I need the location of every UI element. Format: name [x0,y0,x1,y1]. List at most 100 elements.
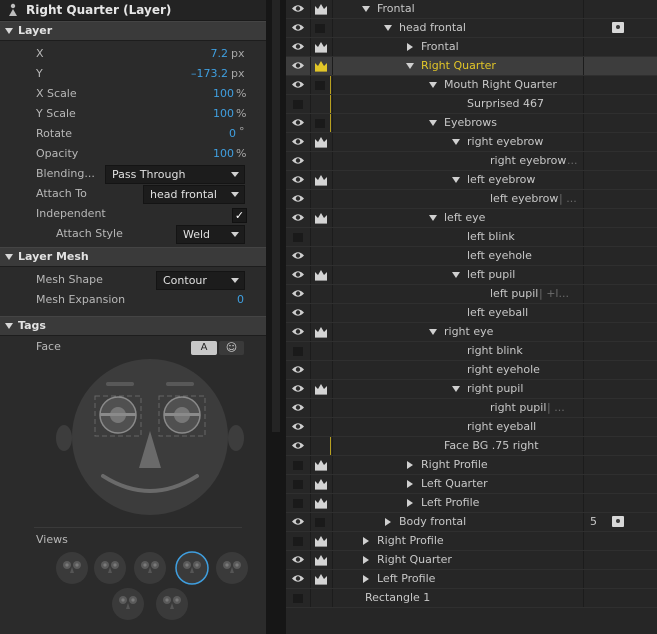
expand-triangle-right-icon[interactable] [363,575,369,583]
tree-row[interactable]: Left Profile [286,570,657,589]
eye-icon[interactable] [292,555,304,564]
visibility-cell[interactable] [286,247,311,265]
visibility-off-box[interactable] [293,100,303,109]
crown-icon[interactable] [314,60,328,72]
crown-icon[interactable] [314,269,328,281]
ear-left[interactable] [56,425,72,451]
expand-triangle-down-icon[interactable] [429,329,437,335]
view-upward[interactable] [112,588,144,620]
eye-icon[interactable] [292,403,304,412]
independence-cell[interactable] [310,247,333,265]
face-tag-diagram[interactable] [55,358,245,520]
tree-row[interactable]: Frontal [286,38,657,57]
visibility-cell[interactable] [286,57,311,75]
expand-triangle-right-icon[interactable] [407,480,413,488]
crown-icon[interactable] [314,535,328,547]
visibility-cell[interactable] [286,209,311,227]
tree-row[interactable]: Body frontal 5 [286,513,657,532]
tree-row[interactable]: left pupil [286,266,657,285]
independence-cell[interactable] [310,209,333,227]
visibility-off-box[interactable] [293,499,303,508]
independence-cell[interactable] [310,456,333,474]
eye-icon[interactable] [292,194,304,203]
eye-icon[interactable] [292,213,304,222]
crown-icon[interactable] [314,497,328,509]
expand-triangle-right-icon[interactable] [385,518,391,526]
section-tags[interactable]: Tags [0,316,266,336]
eye-icon[interactable] [292,137,304,146]
tree-row[interactable]: right eyeball [286,418,657,437]
eye-icon[interactable] [292,422,304,431]
visibility-cell[interactable] [286,570,311,588]
tag-off-box[interactable] [315,24,325,33]
tree-row[interactable]: right eyehole [286,361,657,380]
tag-category-face-button[interactable]: ☺ [219,341,244,355]
tree-row[interactable]: Rectangle 1 [286,589,657,608]
visibility-off-box[interactable] [293,537,303,546]
visibility-off-box[interactable] [293,233,303,242]
expand-triangle-down-icon[interactable] [429,215,437,221]
independence-cell[interactable] [310,342,333,360]
visibility-cell[interactable] [286,285,311,303]
expand-triangle-down-icon[interactable] [429,120,437,126]
visibility-cell[interactable] [286,513,311,531]
independence-cell[interactable] [310,570,333,588]
visibility-cell[interactable] [286,342,311,360]
tree-row[interactable]: right blink [286,342,657,361]
expand-triangle-down-icon[interactable] [362,6,370,12]
eye-icon[interactable] [292,4,304,13]
independence-cell[interactable] [310,19,333,37]
tree-row[interactable]: Right Profile [286,456,657,475]
eye-icon[interactable] [292,517,304,526]
tree-row[interactable]: left eyeball [286,304,657,323]
prop-yscale-value[interactable]: 100 [180,107,234,123]
tree-row[interactable]: Left Profile [286,494,657,513]
eye-icon[interactable] [292,118,304,127]
visibility-cell[interactable] [286,152,311,170]
independence-cell[interactable] [310,475,333,493]
independence-cell[interactable] [310,190,333,208]
visibility-cell[interactable] [286,171,311,189]
independence-cell[interactable] [310,361,333,379]
independence-cell[interactable] [310,589,333,607]
attach-to-dropdown[interactable]: head frontal [143,185,245,204]
visibility-cell[interactable] [286,266,311,284]
tree-row[interactable]: Surprised 467 [286,95,657,114]
independence-cell[interactable] [310,0,333,18]
expand-triangle-down-icon[interactable] [429,82,437,88]
visibility-cell[interactable] [286,589,311,607]
crown-icon[interactable] [314,478,328,490]
eyebrow-right[interactable] [166,382,194,386]
eye-icon[interactable] [292,23,304,32]
eye-icon[interactable] [292,42,304,51]
expand-triangle-down-icon[interactable] [452,139,460,145]
expand-triangle-right-icon[interactable] [407,461,413,469]
independent-checkbox[interactable]: ✓ [232,208,247,223]
tree-row[interactable]: left pupil | +l... [286,285,657,304]
eye-icon[interactable] [292,251,304,260]
eyebrow-left[interactable] [106,382,134,386]
tree-row[interactable]: left eye [286,209,657,228]
expand-triangle-right-icon[interactable] [363,556,369,564]
independence-cell[interactable] [310,152,333,170]
crown-icon[interactable] [314,383,328,395]
visibility-cell[interactable] [286,19,311,37]
independence-cell[interactable] [310,304,333,322]
visibility-cell[interactable] [286,456,311,474]
prop-opacity-value[interactable]: 100 [180,147,234,163]
view-left-quarter[interactable] [94,552,126,584]
tree-row[interactable]: Right Profile [286,532,657,551]
independence-cell[interactable] [310,513,333,531]
crown-icon[interactable] [314,326,328,338]
tree-row[interactable]: left eyehole [286,247,657,266]
crown-icon[interactable] [314,573,328,585]
visibility-cell[interactable] [286,418,311,436]
tree-row[interactable]: left eyebrow [286,171,657,190]
tree-row[interactable]: right eye [286,323,657,342]
independence-cell[interactable] [310,532,333,550]
crown-icon[interactable] [314,41,328,53]
visibility-off-box[interactable] [293,461,303,470]
expand-triangle-right-icon[interactable] [407,499,413,507]
collapse-triangle-icon[interactable] [5,323,13,329]
eye-icon[interactable] [292,441,304,450]
